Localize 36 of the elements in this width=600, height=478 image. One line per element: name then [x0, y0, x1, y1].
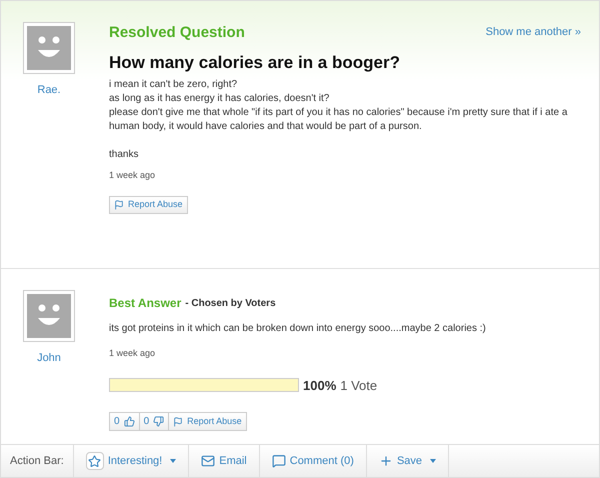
chosen-by-label: - Chosen by Voters: [185, 296, 276, 310]
avatar-icon: [23, 22, 75, 74]
thumbs-up-button[interactable]: 0: [109, 412, 140, 431]
flag-icon: [173, 416, 184, 426]
question-text: thanks: [109, 148, 140, 162]
avatar-icon: [23, 290, 75, 342]
action-button[interactable]: Comment (0): [260, 445, 367, 477]
caret-icon: [170, 459, 176, 463]
action-button[interactable]: Interesting!: [74, 445, 190, 477]
timestamp: 1 week ago: [109, 347, 156, 360]
action-button[interactable]: Save: [366, 445, 450, 477]
question-text: i mean it can't be zero, right?: [109, 78, 238, 92]
vote-percent: 100%: [303, 376, 336, 394]
question-title: How many calories are in a booger?: [109, 52, 401, 74]
question-text: as long as it has energy it has calories, doesn't it?: [109, 92, 330, 106]
author-name[interactable]: John: [37, 350, 61, 366]
author-name[interactable]: Rae.: [37, 82, 61, 98]
question-text: please don't give me that whole "if its part of you it has no calories" because i'm pretty sure that if i ate a human body, it would have calories and that would be part of a purson.: [109, 106, 568, 134]
report-abuse-button[interactable]: Report Abuse: [109, 196, 188, 214]
flag-icon: [114, 200, 124, 210]
comment-icon: [272, 454, 286, 468]
mail-icon: [201, 454, 216, 468]
answer-text: its got proteins in it which can be broken down into energy sooo....maybe 2 calories :): [109, 322, 487, 336]
best-answer-label: Best Answer: [109, 295, 182, 312]
action-bar-label: Action Bar:: [1, 445, 74, 477]
timestamp: 1 week ago: [109, 169, 156, 182]
show-another-link[interactable]: Show me another »: [486, 24, 581, 40]
thumbs-down-button[interactable]: 0: [140, 412, 170, 431]
vote-count: 1 Vote: [340, 376, 378, 394]
action-button[interactable]: Email: [189, 445, 260, 477]
caret-icon: [430, 459, 436, 463]
resolved-question-label: Resolved Question: [109, 23, 245, 43]
plus-icon: [378, 454, 393, 468]
thumbs-down-icon: [153, 416, 164, 427]
report-abuse-button[interactable]: Report Abuse: [169, 412, 247, 431]
thumbs-up-icon: [124, 416, 135, 427]
